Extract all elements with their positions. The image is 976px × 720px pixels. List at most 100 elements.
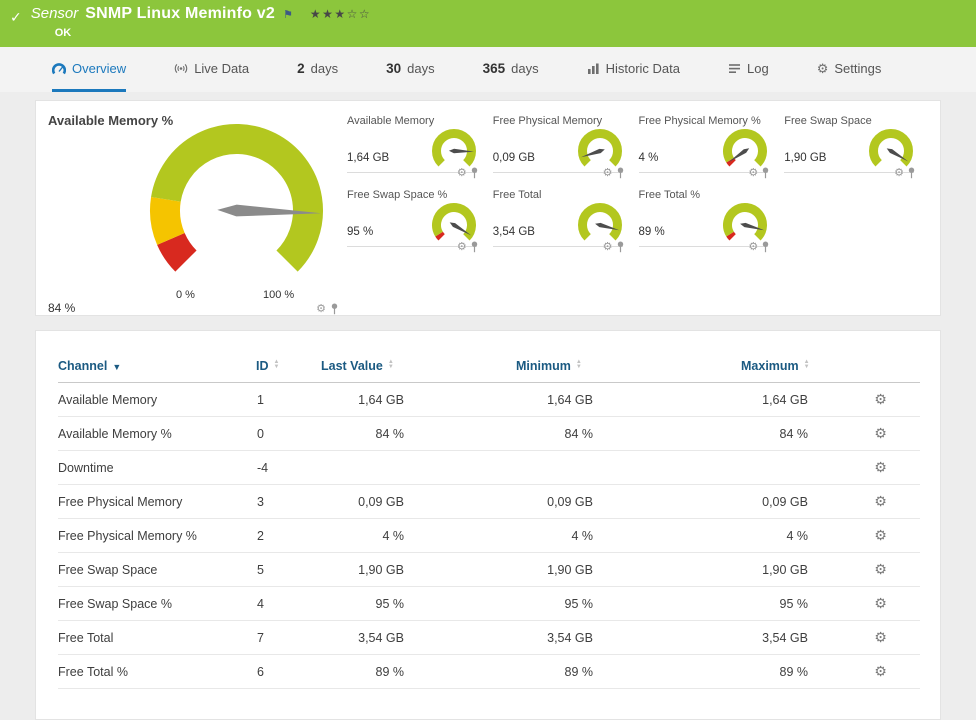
tab-label: days xyxy=(407,60,435,76)
col-header-actions xyxy=(841,351,920,383)
pin-icon[interactable] xyxy=(761,167,770,179)
minimum-value: 1,64 GB xyxy=(516,382,741,417)
channel-settings-gear-icon[interactable]: ⚙ xyxy=(874,561,887,577)
tab-label: days xyxy=(511,60,539,76)
pin-icon[interactable] xyxy=(470,167,479,179)
channel-actions-cell: ⚙ xyxy=(841,518,920,553)
minimum-value: 95 % xyxy=(516,586,741,621)
pin-icon[interactable] xyxy=(470,241,479,253)
mini-gauge-cell: Free Physical Memory 0,09 GB ⚙ xyxy=(492,115,639,179)
pin-icon[interactable] xyxy=(616,241,625,253)
table-row: Free Swap Space 5 1,90 GB 1,90 GB 1,90 GB ⚙ xyxy=(58,552,920,587)
channel-name: Free Total % xyxy=(58,654,253,689)
table-row: Available Memory % 0 84 % 84 % 84 % ⚙ xyxy=(58,416,920,451)
channel-settings-gear-icon[interactable]: ⚙ xyxy=(874,459,887,475)
tab-historic-data[interactable]: Historic Data xyxy=(587,47,680,92)
table-row: Free Total 7 3,54 GB 3,54 GB 3,54 GB ⚙ xyxy=(58,620,920,655)
maximum-value xyxy=(741,450,841,485)
tab-2-days[interactable]: 2 days xyxy=(297,47,338,92)
object-kind-label: Sensor xyxy=(30,5,79,22)
last-value: 1,64 GB xyxy=(321,382,516,417)
pin-icon[interactable] xyxy=(907,167,916,179)
channel-id: 0 xyxy=(253,416,321,451)
gear-icon[interactable]: ⚙ xyxy=(603,241,613,253)
tab-label: Overview xyxy=(72,60,127,76)
primary-gauge-panel: Available Memory % 0 % 100 % 84 % ⚙ xyxy=(46,111,341,315)
channel-name: Free Physical Memory % xyxy=(58,518,253,553)
mini-gauge-cell: Free Physical Memory % 4 % ⚙ xyxy=(638,115,785,179)
gear-icon[interactable]: ⚙ xyxy=(457,241,467,253)
tab-bar: Overview Live Data 2 days 30 days 365 days Histo… xyxy=(0,47,976,92)
channel-table-card: Channel ▼ ID ▲ ▼ Last Value ▲ ▼ Minimum ▲ ▼ Maximum… xyxy=(35,330,941,720)
pin-icon[interactable] xyxy=(616,167,625,179)
channel-id: 2 xyxy=(253,518,321,553)
gauge-value: 84 % xyxy=(48,301,76,315)
table-header-row: Channel ▼ ID ▲ ▼ Last Value ▲ ▼ Minimum ▲ ▼ Maximum… xyxy=(58,351,920,383)
channel-settings-gear-icon[interactable]: ⚙ xyxy=(874,663,887,679)
sort-icon: ▲ ▼ xyxy=(575,359,582,370)
last-value: 95 % xyxy=(321,586,516,621)
channel-actions-cell: ⚙ xyxy=(841,552,920,587)
channel-name: Free Swap Space % xyxy=(58,586,253,621)
gear-icon[interactable]: ⚙ xyxy=(894,167,904,179)
tab-log[interactable]: Log xyxy=(728,47,769,92)
channel-settings-gear-icon[interactable]: ⚙ xyxy=(874,391,887,407)
pin-icon[interactable] xyxy=(330,303,339,315)
tab-number: 30 xyxy=(386,60,402,76)
gauge-value: 1,90 GB xyxy=(784,152,827,164)
gear-icon[interactable]: ⚙ xyxy=(748,167,758,179)
tab-label: Historic Data xyxy=(605,60,681,76)
table-row: Free Physical Memory % 2 4 % 4 % 4 % ⚙ xyxy=(58,518,920,553)
gear-icon[interactable]: ⚙ xyxy=(316,303,326,315)
pin-icon[interactable] xyxy=(761,241,770,253)
maximum-value: 89 % xyxy=(741,654,841,689)
col-header-last-value[interactable]: Last Value ▲ ▼ xyxy=(321,351,516,383)
col-header-minimum[interactable]: Minimum ▲ ▼ xyxy=(516,351,741,383)
col-header-maximum[interactable]: Maximum ▲ ▼ xyxy=(741,351,841,383)
channel-settings-gear-icon[interactable]: ⚙ xyxy=(874,595,887,611)
col-header-label: ID xyxy=(256,359,269,373)
channel-name: Free Physical Memory xyxy=(58,484,253,519)
tab-365-days[interactable]: 365 days xyxy=(483,47,539,92)
gauge-scale-max: 100 % xyxy=(263,289,295,301)
gauge-title: Free Total xyxy=(492,189,542,201)
col-header-label: Maximum xyxy=(741,359,799,373)
col-header-label: Channel xyxy=(58,359,108,373)
minimum-value xyxy=(516,450,741,485)
tab-label: Settings xyxy=(834,60,882,76)
channel-actions-cell: ⚙ xyxy=(841,450,920,485)
channel-actions-cell: ⚙ xyxy=(841,484,920,519)
gauge-value: 95 % xyxy=(347,226,374,238)
mini-gauge-cell: Free Swap Space % 95 % ⚙ xyxy=(347,189,493,253)
gauge-title: Available Memory xyxy=(347,115,435,127)
last-value: 0,09 GB xyxy=(321,484,516,519)
channel-settings-gear-icon[interactable]: ⚙ xyxy=(874,425,887,441)
channel-settings-gear-icon[interactable]: ⚙ xyxy=(874,493,887,509)
gauge-title: Free Swap Space xyxy=(784,115,872,127)
channel-settings-gear-icon[interactable]: ⚙ xyxy=(874,629,887,645)
channel-id: 6 xyxy=(253,654,321,689)
tab-30-days[interactable]: 30 days xyxy=(386,47,435,92)
table-row: Free Physical Memory 3 0,09 GB 0,09 GB 0,09 … xyxy=(58,484,920,519)
channel-id: 5 xyxy=(253,552,321,587)
tab-overview[interactable]: Overview xyxy=(52,47,127,92)
status-check-icon: ✓ xyxy=(10,9,22,25)
tab-settings[interactable]: ⚙ Settings xyxy=(817,47,882,92)
table-row: Free Swap Space % 4 95 % 95 % 95 % ⚙ xyxy=(58,586,920,621)
tab-live-data[interactable]: Live Data xyxy=(174,47,249,92)
gauge-icon xyxy=(52,62,66,75)
priority-stars[interactable]: ★★★☆☆ xyxy=(310,7,371,21)
channel-id: 1 xyxy=(253,382,321,417)
gear-icon[interactable]: ⚙ xyxy=(748,241,758,253)
table-row: Free Total % 6 89 % 89 % 89 % ⚙ xyxy=(58,654,920,689)
channel-id: 4 xyxy=(253,586,321,621)
col-header-channel[interactable]: Channel ▼ xyxy=(58,351,253,383)
gear-icon[interactable]: ⚙ xyxy=(603,167,613,179)
gear-icon[interactable]: ⚙ xyxy=(457,167,467,179)
minimum-value: 1,90 GB xyxy=(516,552,741,587)
col-header-id[interactable]: ID ▲ ▼ xyxy=(253,351,321,383)
channel-actions-cell: ⚙ xyxy=(841,620,920,655)
channel-id: 3 xyxy=(253,484,321,519)
channel-settings-gear-icon[interactable]: ⚙ xyxy=(874,527,887,543)
sort-icon: ▲ ▼ xyxy=(803,359,810,370)
